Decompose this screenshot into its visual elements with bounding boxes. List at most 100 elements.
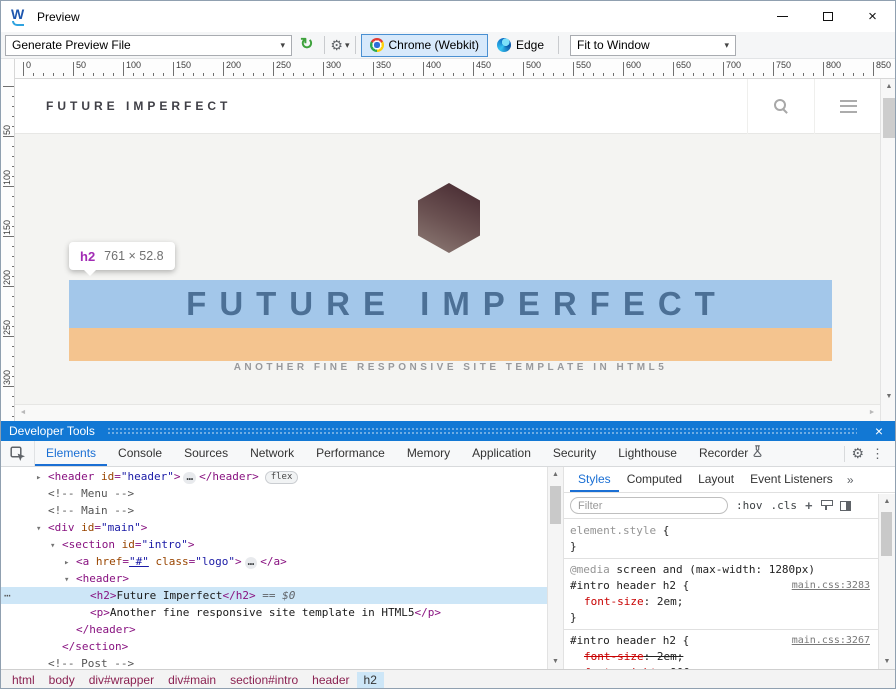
dom-tree-row[interactable]: ▾<section id="intro"> [1,536,547,553]
tab-recorder[interactable]: Recorder [688,441,774,466]
site-logo-text[interactable]: FUTURE IMPERFECT [15,99,231,113]
maximize-button[interactable] [805,1,850,32]
breadcrumb-item-section-intro[interactable]: section#intro [223,672,305,688]
chrome-webkit-button[interactable]: Chrome (Webkit) [361,34,488,57]
more-actions-icon[interactable]: ⋯ [4,587,11,604]
code-token-txt: Another fine responsive site template in… [110,606,415,619]
scroll-right-icon[interactable]: ► [864,405,880,420]
breadcrumb-item-header[interactable]: header [305,672,356,688]
dom-tree-row[interactable]: ▾<header> [1,570,547,587]
tab-console[interactable]: Console [107,441,173,466]
scrollbar-thumb[interactable] [550,486,561,524]
breadcrumb-item-body[interactable]: body [42,672,82,688]
zoom-mode-dropdown[interactable]: Fit to Window ▾ [570,35,736,56]
ruler-tick [583,73,584,76]
new-style-rule-icon[interactable]: + [805,498,813,513]
ruler-tick [873,62,874,76]
styles-scrollbar[interactable]: ▲ ▼ [878,494,895,669]
devtools-title-bar[interactable]: Developer Tools × [1,421,895,441]
code-token-tag: > [141,521,148,534]
devtools-close-button[interactable]: × [871,425,887,437]
chrome-button-label: Chrome (Webkit) [389,38,479,52]
tab-performance[interactable]: Performance [305,441,396,466]
scroll-left-icon[interactable]: ◄ [15,405,31,420]
dom-tree-row[interactable]: </section> [1,638,547,655]
css-declaration[interactable]: font-weight: 900; [570,665,872,669]
code-token-dots[interactable]: … [183,472,196,484]
breadcrumb-item-div-wrapper[interactable]: div#wrapper [82,672,161,688]
ruler-tick [12,356,15,357]
ruler-tick [33,73,34,76]
scroll-down-icon[interactable]: ▼ [879,654,895,669]
kebab-menu-icon[interactable]: ⋮ [866,446,889,462]
dom-tree-row[interactable]: <!-- Post --> [1,655,547,669]
refresh-icon[interactable]: ↻ [300,37,313,53]
tab-network[interactable]: Network [239,441,305,466]
more-tabs-icon[interactable]: » [843,467,858,492]
generate-preview-dropdown[interactable]: Generate Preview File ▾ [5,35,292,56]
stylesheet-link[interactable]: main.css:3283 [792,578,870,594]
pseudo-class-toggle[interactable]: :hov [736,499,763,512]
dom-tree-row[interactable]: <p>Another fine responsive site template… [1,604,547,621]
ruler-tick [243,73,244,76]
scrollbar-thumb[interactable] [881,512,892,556]
ruler-label: 50 [76,60,86,70]
ruler-tick [113,73,114,76]
sidebar-tab-event-listeners[interactable]: Event Listeners [742,467,841,492]
inspect-element-button[interactable] [1,441,35,466]
sidebar-tab-computed[interactable]: Computed [619,467,690,492]
styles-filter-input[interactable] [570,497,728,514]
tab-security[interactable]: Security [542,441,607,466]
dom-tree-row[interactable]: ⋯<h2>Future Imperfect</h2> == $0 [1,587,547,604]
tab-sources[interactable]: Sources [173,441,239,466]
drag-grip[interactable] [107,427,857,435]
ruler-tick [213,73,214,76]
scrollbar-thumb[interactable] [883,98,895,138]
sidebar-tab-styles[interactable]: Styles [570,467,619,492]
dom-tree-row[interactable]: ▸<header id="header">…</header>flex [1,468,547,485]
site-hexagon-logo[interactable] [418,183,480,253]
element-class-toggle[interactable]: .cls [771,499,798,512]
rendering-brush-icon[interactable] [821,500,832,511]
dom-tree-row[interactable]: <!-- Menu --> [1,485,547,502]
preview-vertical-scrollbar[interactable]: ▲ ▼ [880,79,896,421]
scroll-up-icon[interactable]: ▲ [881,79,896,94]
scroll-up-icon[interactable]: ▲ [879,494,895,509]
ruler-tick [12,326,15,327]
devtools-settings-icon[interactable]: ⚙ [851,445,864,462]
settings-gear-button[interactable]: ⚙ ▾ [330,37,349,54]
minimize-button[interactable] [760,1,805,32]
ruler-tick [383,73,384,76]
edge-button[interactable]: Edge [488,34,553,57]
breadcrumb-item-html[interactable]: html [5,672,42,688]
scroll-down-icon[interactable]: ▼ [881,389,896,404]
dom-tree-row[interactable]: <!-- Main --> [1,502,547,519]
site-search-button[interactable] [747,79,814,134]
tab-elements[interactable]: Elements [35,441,107,466]
dom-tree-row[interactable]: </header> [1,621,547,638]
site-menu-button[interactable] [814,79,881,134]
preview-horizontal-scrollbar[interactable]: ◄ ► [15,404,880,421]
breadcrumb-item-h2[interactable]: h2 [357,672,384,688]
tab-application[interactable]: Application [461,441,542,466]
elements-scrollbar[interactable]: ▲ ▼ [547,467,564,669]
css-declaration[interactable]: font-size: 2em; [570,649,872,665]
code-token-dots[interactable]: … [245,557,258,569]
dom-tree-row[interactable]: ▸<a href="#" class="logo">…</a> [1,553,547,570]
css-declaration[interactable]: font-size: 2em; [570,594,872,610]
tab-lighthouse[interactable]: Lighthouse [607,441,688,466]
close-button[interactable]: × [850,1,895,32]
ruler-tick [593,73,594,76]
scroll-down-icon[interactable]: ▼ [548,654,563,669]
stylesheet-link[interactable]: main.css:3267 [792,633,870,649]
sidebar-tab-layout[interactable]: Layout [690,467,742,492]
scroll-up-icon[interactable]: ▲ [548,467,563,482]
dom-tree-row[interactable]: ▾<div id="main"> [1,519,547,536]
code-token-com: <!-- Post --> [48,657,134,669]
sidebar-dock-icon[interactable] [840,501,851,511]
tab-memory[interactable]: Memory [396,441,461,466]
breadcrumb-item-div-main[interactable]: div#main [161,672,223,688]
ruler-tick [393,73,394,76]
code-token-tag: <div [48,521,75,534]
ruler-label: 350 [376,60,391,70]
